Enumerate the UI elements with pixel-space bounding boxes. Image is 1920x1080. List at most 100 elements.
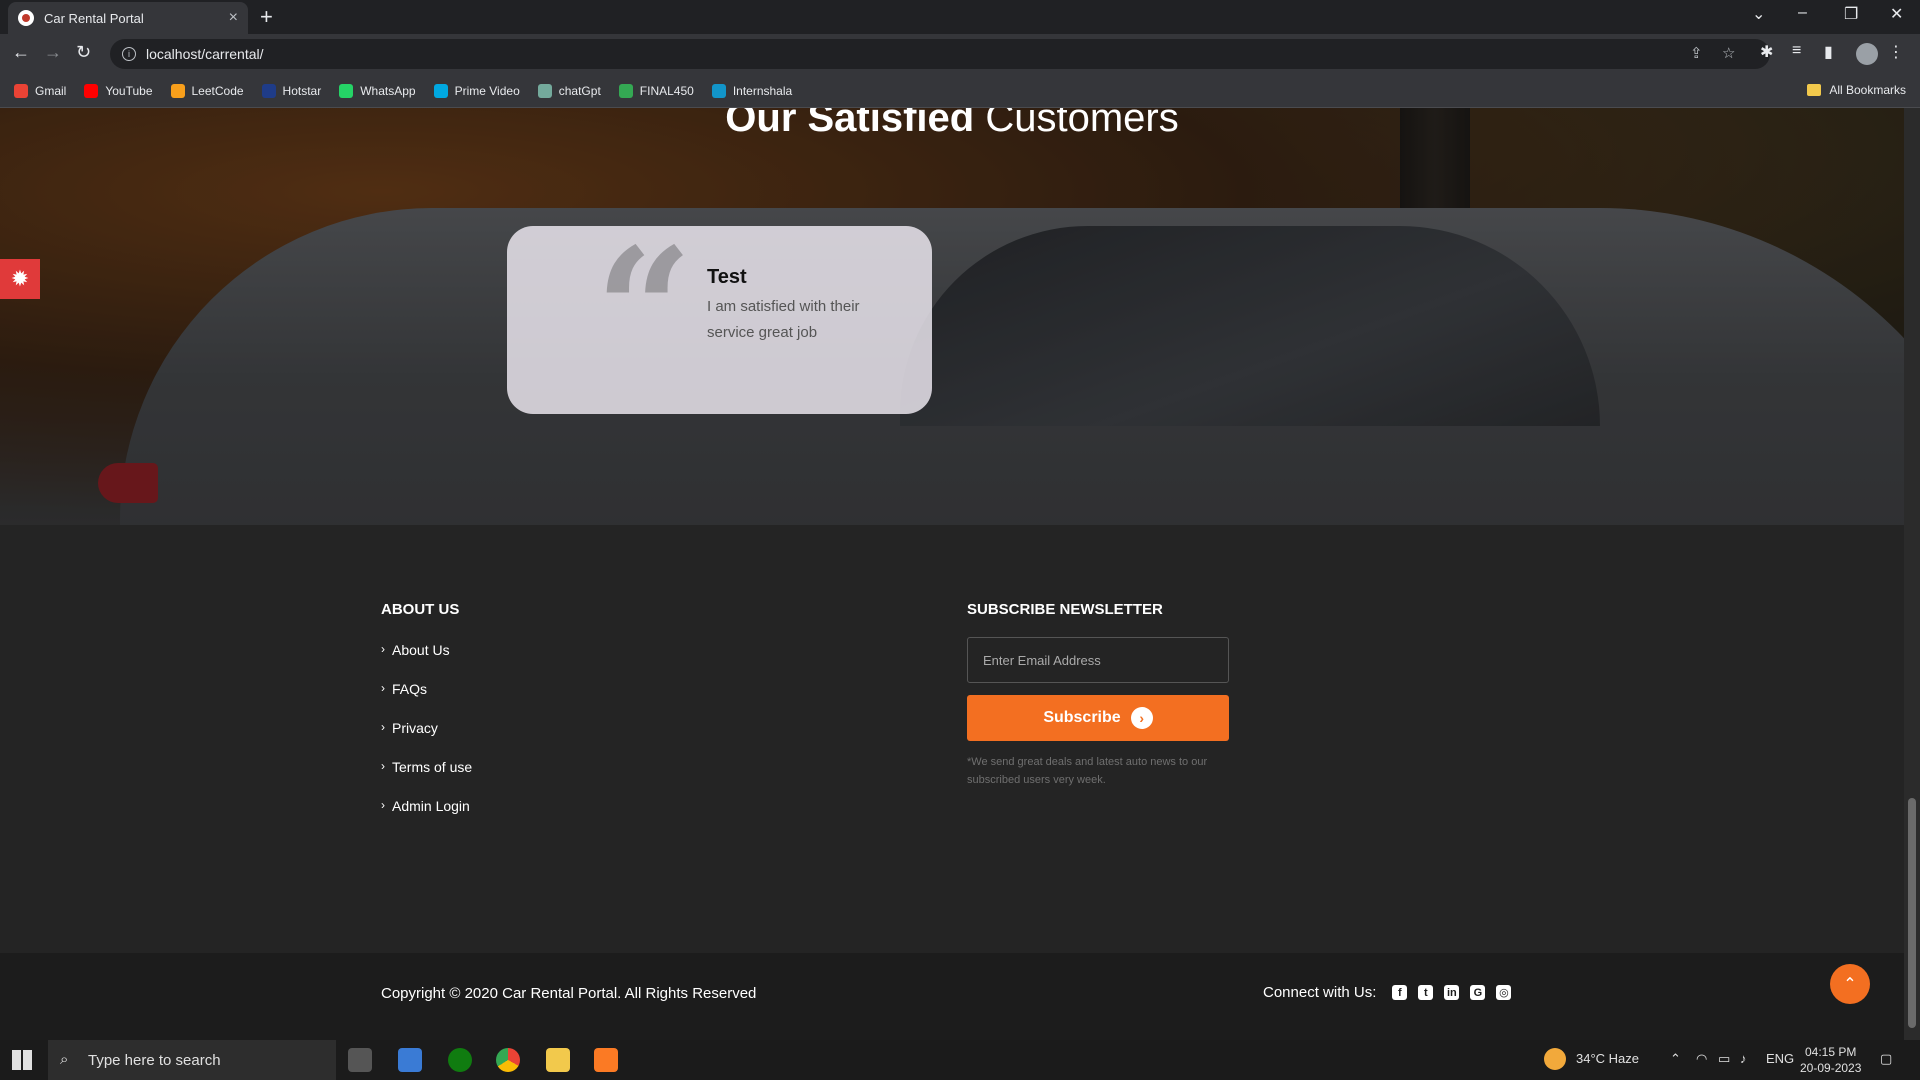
xampp-icon[interactable] <box>594 1048 618 1072</box>
site-info-icon[interactable]: i <box>122 47 136 61</box>
subscribe-button[interactable]: Subscribe › <box>967 695 1229 741</box>
tab-close-icon[interactable]: × <box>229 9 238 27</box>
copyright-text: Copyright © 2020 Car Rental Portal. All … <box>381 985 757 1002</box>
weather-icon[interactable] <box>1544 1048 1566 1070</box>
reading-list-icon[interactable]: ≡ <box>1792 42 1801 60</box>
task-view-icon[interactable] <box>348 1048 372 1072</box>
scrollbar-thumb[interactable] <box>1908 798 1916 1028</box>
browser-tab[interactable]: Car Rental Portal × <box>8 2 248 34</box>
battery-icon[interactable]: ▭ <box>1718 1051 1730 1067</box>
all-bookmarks-label: All Bookmarks <box>1829 83 1906 97</box>
folder-icon <box>1807 84 1822 96</box>
footer-bottom: Copyright © 2020 Car Rental Portal. All … <box>0 953 1904 1040</box>
taskbar-search[interactable]: ⌕ Type here to search <box>48 1040 336 1080</box>
share-icon[interactable]: ⇪ <box>1690 44 1703 62</box>
xbox-icon[interactable] <box>448 1048 472 1072</box>
tab-strip: Car Rental Portal × + ⌄ – ❐ ✕ <box>0 0 1920 34</box>
bookmark-favicon-icon <box>433 83 448 98</box>
chevron-right-icon: › <box>381 720 385 734</box>
newsletter-heading: SUBSCRIBE NEWSLETTER <box>967 601 1163 618</box>
browser-toolbar: ← → ↻ i localhost/carrental/ ⇪ ☆ ✱ ≡ ▮ ⋮ <box>0 34 1920 74</box>
new-tab-icon[interactable]: + <box>260 4 273 30</box>
footer-link[interactable]: › About Us <box>381 642 472 681</box>
clock-date: 20-09-2023 <box>1800 1061 1862 1075</box>
volume-icon[interactable]: ♪ <box>1740 1051 1747 1066</box>
subscribe-label: Subscribe <box>1043 709 1121 726</box>
notification-icon[interactable]: ▢ <box>1880 1051 1892 1067</box>
bookmark-label: YouTube <box>105 83 153 98</box>
about-heading: ABOUT US <box>381 601 460 618</box>
reload-icon[interactable]: ↻ <box>76 42 91 63</box>
all-bookmarks-button[interactable]: All Bookmarks <box>1807 83 1906 97</box>
settings-gear-button[interactable]: ✹ <box>0 259 40 299</box>
bookmark-favicon-icon <box>261 83 276 98</box>
title-bold: Our Satisfied <box>725 108 975 140</box>
page-viewport: Our Satisfied Customers “ Test I am sati… <box>0 108 1904 1040</box>
footer-link[interactable]: › Admin Login <box>381 798 472 837</box>
footer: ABOUT US › About Us › FAQs › Privacy › Terms… <box>0 525 1904 953</box>
window-close-icon[interactable]: ✕ <box>1890 4 1903 24</box>
google-plus-icon[interactable]: G <box>1470 985 1486 1000</box>
menu-dots-icon[interactable]: ⋮ <box>1888 42 1904 62</box>
bookmark-item[interactable]: FINAL450 <box>618 83 694 98</box>
bookmark-item[interactable]: Hotstar <box>261 83 321 98</box>
bookmark-favicon-icon <box>711 83 726 98</box>
store-icon[interactable] <box>398 1048 422 1072</box>
profile-avatar[interactable] <box>1856 43 1878 65</box>
language-indicator[interactable]: ENG <box>1766 1051 1794 1066</box>
address-bar[interactable]: i localhost/carrental/ <box>110 39 1770 69</box>
twitter-icon[interactable]: t <box>1418 985 1434 1000</box>
bookmark-item[interactable]: YouTube <box>84 83 153 98</box>
taskbar-clock[interactable]: 04:15 PM 20-09-2023 <box>1800 1044 1861 1076</box>
footer-link[interactable]: › Terms of use <box>381 759 472 798</box>
arrow-right-icon: › <box>1130 707 1153 729</box>
windows-taskbar: ⌕ Type here to search 34°C Haze ⌃ ◠ ▭ ♪ … <box>0 1040 1920 1080</box>
windows-start-icon[interactable] <box>12 1050 32 1070</box>
footer-link[interactable]: › FAQs <box>381 681 472 720</box>
bookmark-item[interactable]: Gmail <box>14 83 66 98</box>
testimonial-text: I am satisfied with their service great … <box>707 298 860 341</box>
extensions-puzzle-icon[interactable]: ✱ <box>1760 42 1773 62</box>
gear-icon: ✹ <box>10 266 30 291</box>
taskbar-search-placeholder: Type here to search <box>88 1051 221 1069</box>
footer-links: › About Us › FAQs › Privacy › Terms of use ›… <box>381 642 472 837</box>
site-favicon-icon <box>18 10 34 26</box>
bookmark-item[interactable]: chatGpt <box>537 83 601 98</box>
email-input[interactable] <box>967 637 1229 683</box>
bookmark-item[interactable]: LeetCode <box>170 83 244 98</box>
minimize-icon[interactable]: – <box>1798 4 1807 22</box>
bookmark-item[interactable]: WhatsApp <box>339 83 416 98</box>
social-links: Connect with Us: f t in G ◎ <box>1263 984 1512 1001</box>
page-scrollbar[interactable] <box>1904 108 1920 1040</box>
title-light: Customers <box>985 108 1179 140</box>
restore-icon[interactable]: ❐ <box>1844 4 1858 24</box>
testimonials-section: Our Satisfied Customers “ Test I am sati… <box>0 108 1904 525</box>
bookmark-label: LeetCode <box>191 83 244 98</box>
bookmark-label: Internshala <box>732 83 793 98</box>
clock-time: 04:15 PM <box>1805 1045 1857 1059</box>
instagram-icon[interactable]: ◎ <box>1496 985 1512 1000</box>
bookmark-item[interactable]: Internshala <box>711 83 793 98</box>
bookmark-star-icon[interactable]: ☆ <box>1722 44 1735 62</box>
bookmark-label: WhatsApp <box>360 83 416 98</box>
bookmark-label: chatGpt <box>558 83 601 98</box>
tab-search-chevron-icon[interactable]: ⌄ <box>1752 4 1765 24</box>
linkedin-icon[interactable]: in <box>1444 985 1460 1000</box>
chrome-icon[interactable] <box>496 1048 520 1072</box>
customer-name: Test <box>707 266 747 288</box>
file-explorer-icon[interactable] <box>546 1048 570 1072</box>
bookmark-favicon-icon <box>618 83 633 98</box>
weather-text[interactable]: 34°C Haze <box>1576 1051 1639 1066</box>
bookmark-favicon-icon <box>84 83 99 98</box>
back-to-top-button[interactable]: ⌃ <box>1830 964 1870 1004</box>
back-arrow-icon[interactable]: ← <box>12 42 30 63</box>
tray-chevron-icon[interactable]: ⌃ <box>1670 1051 1681 1067</box>
side-panel-icon[interactable]: ▮ <box>1824 42 1833 62</box>
forward-arrow-icon[interactable]: → <box>44 42 62 63</box>
footer-link[interactable]: › Privacy <box>381 720 472 759</box>
wifi-icon[interactable]: ◠ <box>1696 1051 1707 1067</box>
bookmark-favicon-icon <box>170 83 185 98</box>
newsletter-note: *We send great deals and latest auto new… <box>967 756 1208 786</box>
facebook-icon[interactable]: f <box>1392 985 1408 1000</box>
bookmark-item[interactable]: Prime Video <box>433 83 520 98</box>
